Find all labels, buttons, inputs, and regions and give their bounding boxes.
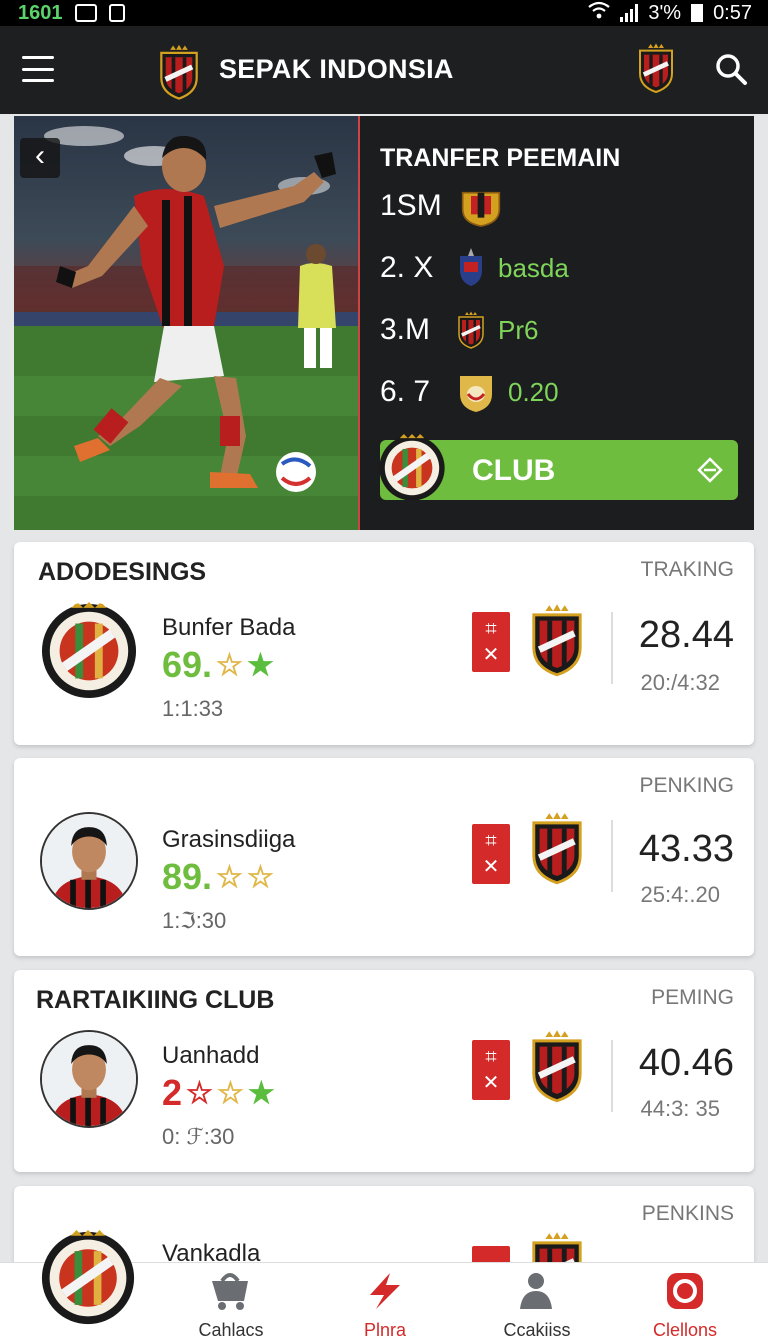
divider [611,612,613,684]
player-time: 0: ℱ:30 [162,1124,235,1149]
app-bar: SEPAK INDONSIA [0,26,768,114]
gold-crest-icon [461,191,501,227]
app-logo-icon [156,44,202,100]
ranking-card[interactable]: ADODESINGS TRAKING Bunfer Bada 69. ☆ ★ 1… [14,542,754,745]
divider [611,820,613,892]
stat-text: Pr6 [498,314,539,345]
player-name: Grasinsdiiga [162,826,296,853]
club-crest-icon [528,1028,586,1104]
nav-label: Plnra [363,1320,407,1340]
status-bar: 1601 3'% 0:57 [0,0,768,26]
nav-item-people[interactable]: Ccakiiss [472,1271,602,1341]
transfer-title: TRANFER PEEMAIN [380,144,621,172]
club-crest-icon [528,810,586,886]
star-filled-icon: ★ [246,648,274,682]
card-tag: TRAKING [640,558,734,581]
rating-value: 69. [162,644,213,685]
star-outline-icon: ☆ [216,1076,244,1110]
ranking-card[interactable]: PENKING Grasinsdiiga 89. ☆ ☆ 1:ℑ:30 ⌗ ✕ 4… [14,758,754,956]
nav-item-record[interactable]: Clellons [620,1271,750,1341]
player-name: Uanhadd [162,1042,260,1069]
player-name: Bunfer Bada [162,614,296,641]
blue-crest-icon [460,248,482,286]
club-button[interactable]: CLUB [380,440,738,500]
stat-row: 3.M Pr6 [380,308,538,352]
score-value: 43.33 [638,828,734,870]
card-title: RARTAIKIING CLUB [36,986,275,1014]
ranking-card[interactable]: RARTAIKIING CLUB PEMING Uanhadd 2 ☆ ☆ ★ … [14,970,754,1172]
star-filled-icon: ★ [247,1076,275,1110]
club-crest-icon [528,602,586,678]
nav-label: Ccakiiss [503,1320,571,1340]
player-time: 1:1:33 [162,696,224,721]
nav-item-cart[interactable]: Cahlacs [166,1271,296,1341]
stat-row: 6. 7 0.20 [380,370,559,414]
star-outline-icon: ☆ [246,860,274,894]
lightning-icon [370,1273,400,1309]
back-icon[interactable]: ‹ [20,138,60,178]
gold-shield-icon [460,376,492,412]
score-time: 25:4:.20 [640,882,720,907]
player-rating: 69. ☆ ★ [162,644,274,686]
battery-icon [691,4,704,22]
cart-icon [212,1273,248,1310]
transfer-hero: ‹ TRANFER PEEMAIN 1SM 2. X basda 3.M Pr6… [14,116,754,530]
player-time: 1:ℑ:30 [162,908,227,933]
bottom-nav: Cahlacs Plnra Ccakiiss Clellons [0,1262,768,1344]
red-tag-icon: ⌗ ✕ [472,824,510,884]
card-tag: PENKINS [641,1202,734,1225]
wifi-icon [588,1,611,25]
search-icon[interactable] [714,52,748,86]
status-time-left: 1601 [18,1,63,24]
rating-value: 89. [162,856,213,897]
score-time: 44:3: 35 [640,1096,720,1121]
star-outline-icon: ☆ [216,860,243,894]
rating-value: 2 [162,1072,183,1113]
stat-text: basda [498,252,569,283]
star-outline-icon: ☆ [186,1076,213,1110]
divider [611,1040,613,1112]
red-tag-icon: ⌗ ✕ [472,612,510,672]
red-crest-icon [456,310,486,350]
club-badge-icon [378,434,446,502]
app-title: SEPAK INDONSIA [219,54,454,84]
people-icon [520,1273,552,1309]
record-icon [667,1273,703,1309]
nav-label: Clellons [652,1320,718,1340]
stat-text: 0.20 [508,376,559,407]
menu-icon[interactable] [22,56,54,82]
player-action-photo: ‹ [14,116,360,530]
red-tag-icon: ⌗ ✕ [472,1040,510,1100]
card-tag: PEMING [651,986,734,1009]
status-clock: 0:57 [713,1,752,24]
player-rating: 89. ☆ ☆ [162,856,274,898]
stat-number: 1SM [380,189,442,222]
signal-icon [620,4,639,22]
player-rating: 2 ☆ ☆ ★ [162,1072,275,1114]
star-outline-icon: ☆ [216,648,243,682]
nav-label: Cahlacs [198,1320,264,1340]
stat-number: 3.M [380,313,431,346]
battery-text: 3'% [648,1,682,24]
player-avatar [40,1030,138,1128]
club-crest-icon[interactable] [636,42,676,94]
card-tag: PENKING [639,774,734,797]
score-value: 28.44 [638,614,734,656]
diamond-arrow-icon [697,457,723,483]
stat-row: 2. X basda [380,246,569,290]
score-value: 40.46 [638,1042,734,1084]
club-badge-icon [40,602,138,700]
app-notification-icon [108,4,125,22]
home-club-badge-icon[interactable] [40,1223,136,1333]
card-title: ADODESINGS [38,558,207,586]
notification-icon [74,4,97,22]
stat-number: 2. X [380,251,434,284]
club-button-label: CLUB [472,454,556,487]
player-avatar [40,812,138,910]
score-time: 20:/4:32 [640,670,720,695]
stat-number: 6. 7 [380,375,431,408]
nav-item-lightning[interactable]: Plnra [320,1271,450,1341]
stat-row: 1SM [380,184,506,228]
